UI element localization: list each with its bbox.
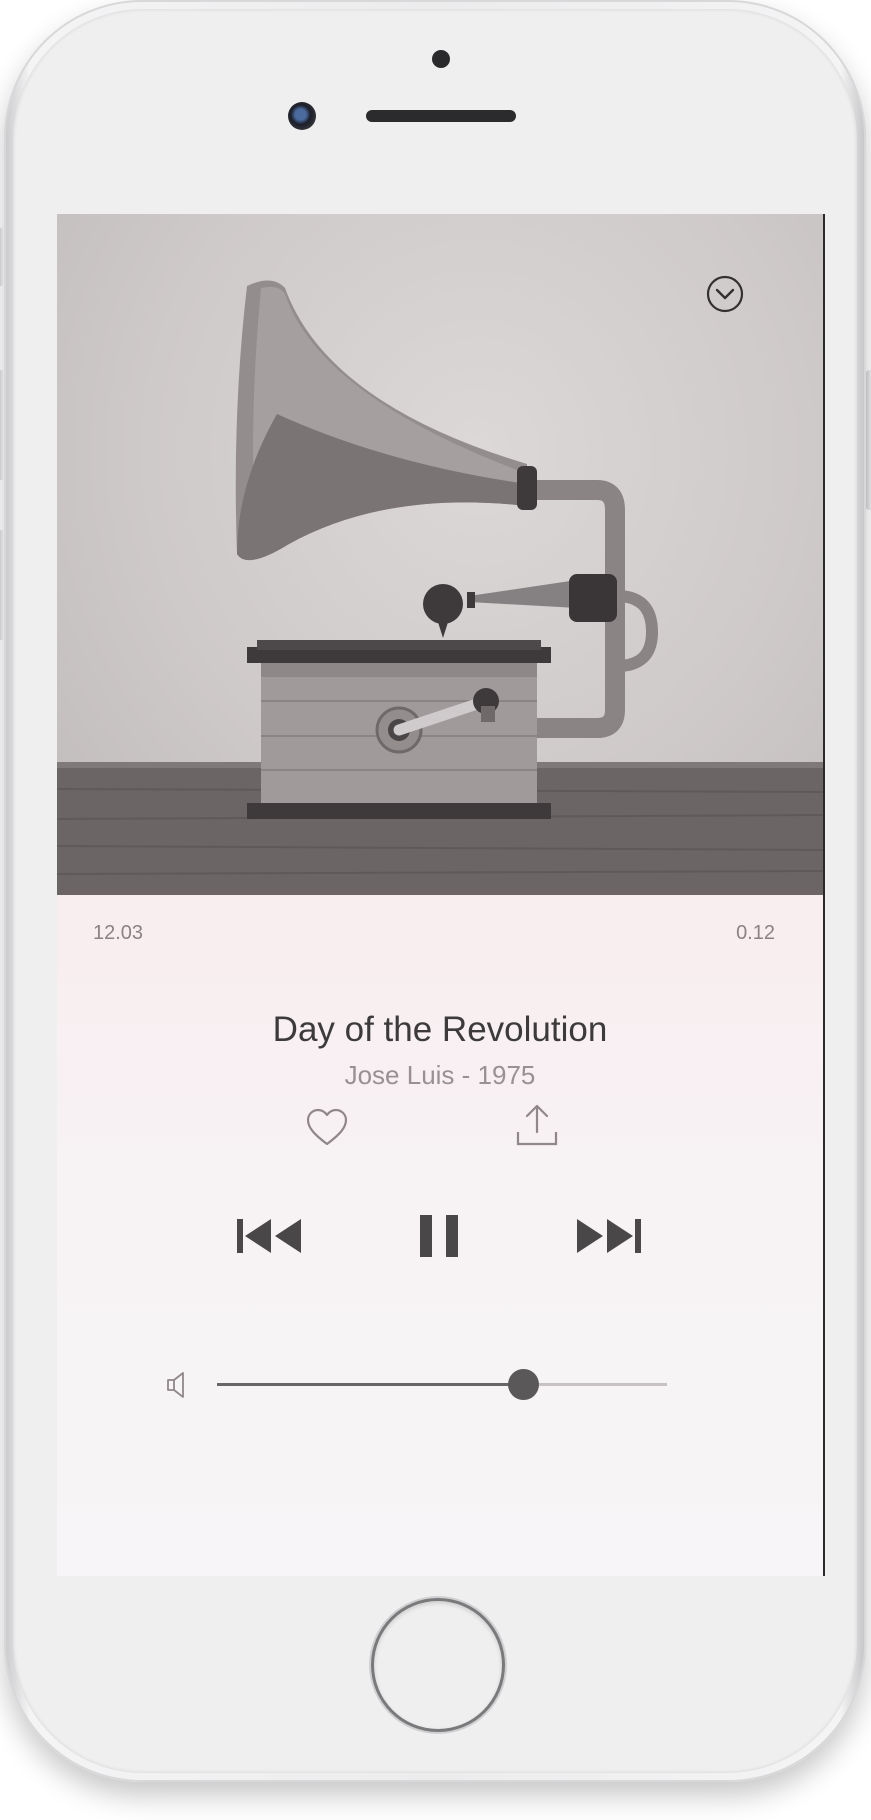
home-button[interactable] (374, 1601, 502, 1729)
next-track-button[interactable] (573, 1216, 643, 1256)
volume-icon (165, 1370, 189, 1400)
previous-track-button[interactable] (235, 1216, 305, 1256)
chevron-down-circle-icon (706, 275, 744, 313)
volume-down-button (0, 530, 4, 640)
skip-next-icon (577, 1219, 641, 1253)
remaining-time: 0.12 (736, 922, 775, 944)
front-camera (288, 102, 316, 130)
volume-up-button (0, 370, 4, 480)
volume-slider[interactable] (217, 1369, 667, 1400)
speaker-icon (167, 1372, 184, 1398)
artist-year: Jose Luis - 1975 (344, 1060, 536, 1090)
mute-switch (0, 228, 4, 286)
volume-slider-thumb[interactable] (508, 1369, 539, 1400)
heart-icon (306, 1108, 348, 1146)
track-title: Day of the Revolution (272, 1010, 608, 1049)
gramophone-illustration (57, 280, 823, 895)
power-button (866, 370, 871, 510)
share-button[interactable] (515, 1102, 559, 1148)
pause-icon (420, 1215, 458, 1257)
share-upload-icon (516, 1104, 558, 1146)
earpiece-speaker (366, 110, 516, 122)
phone-frame: 12.03 0.12 Day of the Revolution Jose Lu… (0, 0, 871, 1782)
player-screen: 12.03 0.12 Day of the Revolution Jose Lu… (57, 214, 825, 1576)
elapsed-time: 12.03 (93, 922, 144, 944)
dismiss-button[interactable] (705, 274, 745, 314)
album-artwork (57, 214, 823, 895)
volume-slider-fill (217, 1383, 523, 1386)
skip-previous-icon (237, 1219, 301, 1253)
proximity-sensor (432, 50, 450, 68)
pause-button[interactable] (417, 1212, 461, 1260)
like-button[interactable] (305, 1108, 349, 1148)
